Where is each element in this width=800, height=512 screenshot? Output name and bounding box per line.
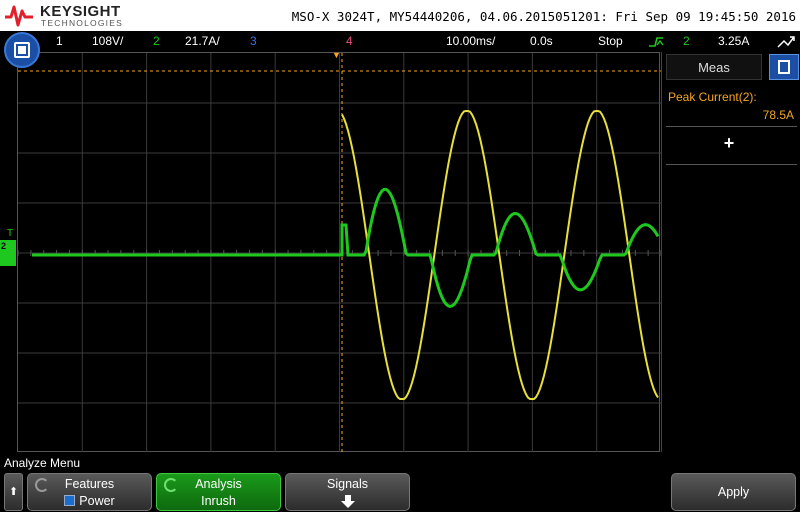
softkey-signals[interactable]: Signals (285, 473, 410, 511)
touch-gesture-icon[interactable] (776, 35, 796, 49)
arrow-down-icon (341, 495, 355, 508)
tab-meas[interactable]: Meas (666, 54, 762, 80)
softkey-analysis[interactable]: Analysis Inrush (156, 473, 281, 511)
ch3-number[interactable]: 3 (250, 34, 257, 48)
measurement-value: 78.5A (762, 108, 794, 122)
ch1-scale[interactable]: 108V/ (92, 34, 123, 48)
menu-title: Analyze Menu (4, 456, 81, 470)
softkey-features-label: Features (64, 477, 115, 491)
measurement-label: Peak Current(2): (668, 90, 757, 104)
softkey-menu: Analyze Menu ⬆ Features Power Analysis I… (0, 452, 800, 512)
ch2-current-trace (32, 187, 660, 308)
document-icon (778, 60, 790, 74)
softkey-analysis-label: Analysis (195, 477, 242, 491)
ch2-ground-marker[interactable]: 2 (0, 240, 16, 266)
checkbox-icon (64, 495, 76, 506)
title-bar: KEYSIGHT TECHNOLOGIES MSO-X 3024T, MY544… (0, 0, 800, 31)
ch4-number[interactable]: 4 (346, 34, 353, 48)
apply-button-label: Apply (717, 485, 750, 499)
panel-divider (666, 126, 797, 127)
softkey-signals-label: Signals (327, 477, 368, 491)
panel-divider (666, 164, 797, 165)
keysight-logo-icon (5, 5, 33, 27)
home-icon (14, 42, 30, 58)
ch2-scale[interactable]: 21.7A/ (185, 34, 220, 48)
home-button[interactable] (4, 32, 40, 68)
apply-button[interactable]: Apply (671, 473, 796, 511)
softkey-features[interactable]: Features Power (27, 473, 152, 511)
trigger-position-marker[interactable]: ▼ (332, 50, 341, 60)
waveform-display[interactable] (17, 52, 661, 453)
trigger-level-marker[interactable]: T (7, 228, 13, 239)
channel-status-bar: 1 108V/ 2 21.7A/ 3 4 10.00ms/ 0.0s Stop … (0, 31, 800, 52)
time-delay[interactable]: 0.0s (530, 34, 553, 48)
waveform-canvas (18, 53, 661, 453)
instrument-info: MSO-X 3024T, MY54440206, 04.06.201505120… (291, 9, 796, 24)
ch2-number[interactable]: 2 (153, 34, 160, 48)
softkey-analysis-value: Inrush (201, 494, 236, 508)
ch1-number[interactable]: 1 (56, 34, 63, 48)
menu-back-button[interactable]: ⬆ (4, 473, 23, 511)
panel-select-button[interactable] (769, 54, 799, 80)
trigger-level[interactable]: 3.25A (718, 34, 749, 48)
softkey-features-value: Power (79, 494, 115, 508)
trigger-source[interactable]: 2 (683, 34, 690, 48)
ch2-ground-label: 2 (1, 241, 7, 251)
trigger-edge-icon (649, 37, 664, 47)
measurement-panel: Meas Peak Current(2): 78.5A + (661, 52, 800, 452)
add-measurement-button[interactable]: + (714, 132, 744, 154)
run-state[interactable]: Stop (598, 34, 623, 48)
brand-subtitle: TECHNOLOGIES (41, 18, 123, 28)
timebase-scale[interactable]: 10.00ms/ (446, 34, 495, 48)
